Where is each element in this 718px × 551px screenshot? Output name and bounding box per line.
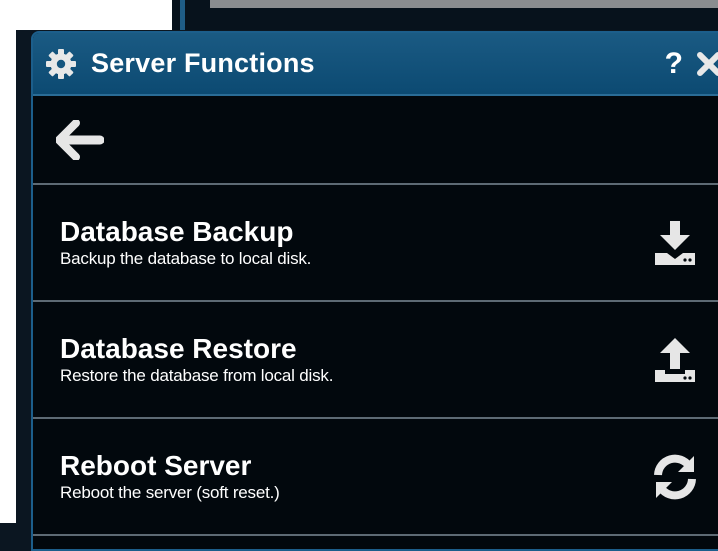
menu-item-description: Backup the database to local disk. [60, 249, 312, 268]
menu-item-text: Database Restore Restore the database fr… [60, 333, 643, 386]
background-left-edge [0, 30, 16, 523]
dialog-title: Server Functions [91, 48, 315, 78]
background-blue-stripe [180, 0, 185, 30]
menu-item-text: Database Backup Backup the database to l… [60, 216, 643, 269]
menu-item-text: Reboot Server Reboot the server (soft re… [60, 450, 643, 503]
download-icon [643, 213, 707, 273]
menu-item-title: Database Backup [60, 216, 294, 247]
menu-item-reboot-server[interactable]: Reboot Server Reboot the server (soft re… [33, 419, 718, 536]
close-icon[interactable] [693, 48, 718, 80]
menu-item-title: Reboot Server [60, 450, 252, 481]
background-gray-strip [210, 0, 718, 8]
refresh-icon [643, 447, 707, 507]
upload-icon [643, 330, 707, 390]
server-functions-dialog: Server Functions ? Database Backup Backu… [31, 31, 718, 551]
menu-item-database-backup[interactable]: Database Backup Backup the database to l… [33, 185, 718, 302]
menu-item-title: Database Restore [60, 333, 297, 364]
background-white-panel [0, 0, 172, 30]
dialog-titlebar: Server Functions ? [33, 33, 718, 96]
help-button[interactable]: ? [665, 47, 683, 81]
menu-item-description: Reboot the server (soft reset.) [60, 483, 280, 502]
back-row [33, 96, 718, 185]
menu-item-description: Restore the database from local disk. [60, 366, 334, 385]
arrow-left-icon[interactable] [55, 118, 105, 162]
gear-icon [45, 48, 77, 80]
menu-item-database-restore[interactable]: Database Restore Restore the database fr… [33, 302, 718, 419]
